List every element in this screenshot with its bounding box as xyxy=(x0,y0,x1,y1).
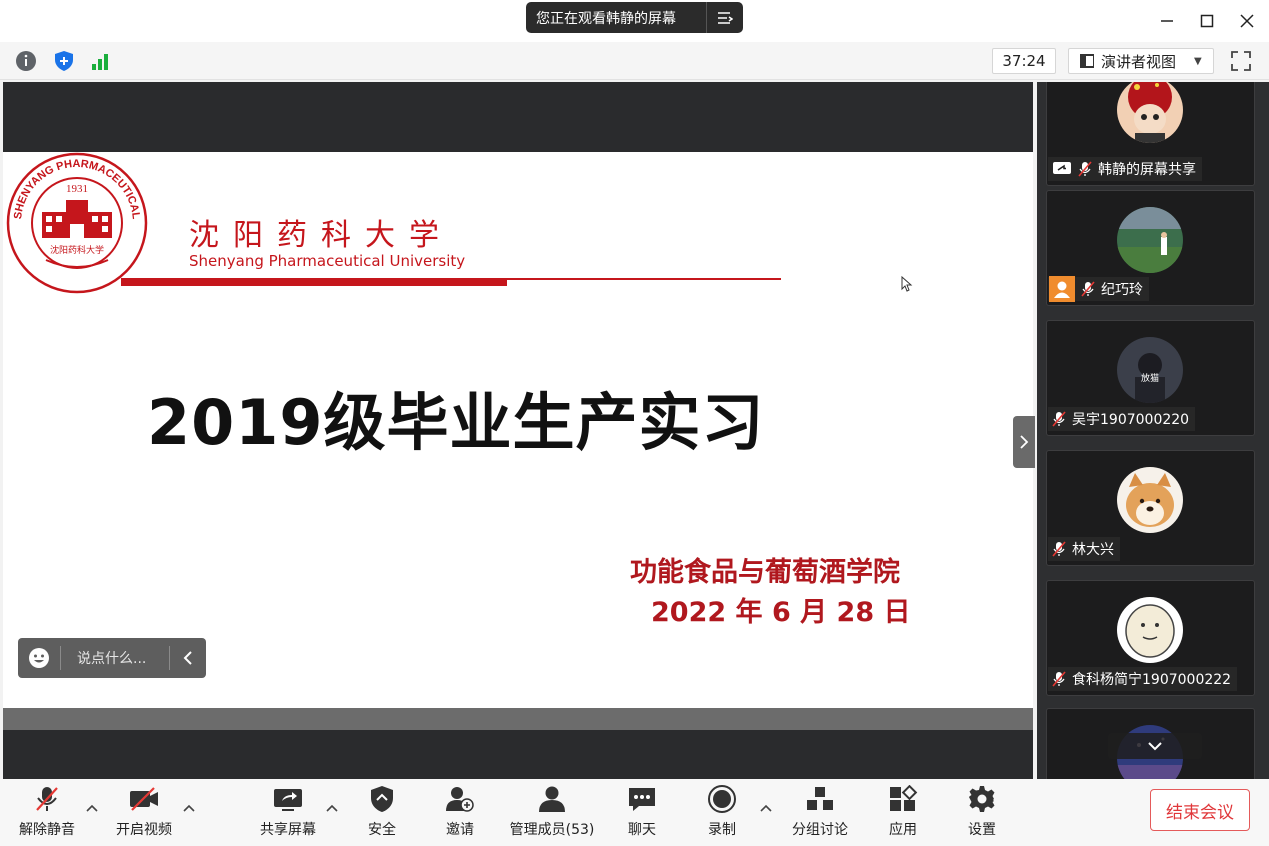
share-menu-icon[interactable] xyxy=(707,11,743,25)
participant-name: 韩静的屏幕共享 xyxy=(1098,162,1196,178)
layout-icon xyxy=(1080,54,1094,68)
share-notice-text: 您正在观看韩静的屏幕 xyxy=(536,10,676,27)
participant-name: 吴宇1907000220 xyxy=(1072,412,1190,428)
add-user-icon xyxy=(444,783,476,815)
participant-name-bar: 食科杨简宁1907000222 xyxy=(1048,667,1238,691)
presentation-slide: SHENYANG PHARMACEUTICAL UNIVERSITY 1931 … xyxy=(3,152,1033,708)
record-icon xyxy=(706,783,738,815)
security-button[interactable]: 安全 xyxy=(360,783,404,841)
chat-input-bar[interactable]: 说点什么... xyxy=(18,638,206,678)
mic-muted-icon xyxy=(1081,281,1095,297)
audio-options-caret[interactable] xyxy=(85,801,99,815)
slide-date: 2022 年 6 月 28 日 xyxy=(651,597,911,628)
participant-name-bar: 吴宇1907000220 xyxy=(1048,407,1196,431)
apps-grid-icon xyxy=(887,783,919,815)
manage-members-button[interactable]: 管理成员(53) xyxy=(506,783,598,841)
shield-icon[interactable] xyxy=(52,49,76,73)
chevron-down-icon xyxy=(1148,742,1162,751)
svg-text:沈阳药科大学: 沈阳药科大学 xyxy=(50,244,104,256)
participant-panel: 韩静的屏幕共享 纪巧玲 放猫 吴宇1907000220 林大兴 食科杨简宁190… xyxy=(1037,82,1269,779)
share-screen-icon xyxy=(272,783,304,815)
divider xyxy=(121,278,507,286)
default-avatar-icon xyxy=(1049,276,1075,302)
fullscreen-icon[interactable] xyxy=(1230,50,1252,72)
unmute-button[interactable]: 解除静音 xyxy=(16,783,78,841)
college-name: 功能食品与葡萄酒学院 xyxy=(630,557,900,588)
share-screen-button[interactable]: 共享屏幕 xyxy=(256,783,320,841)
meeting-controls-bar: 解除静音 开启视频 共享屏幕 安全 邀请 管理成员(53) 聊天 录制 分组讨论… xyxy=(0,779,1269,846)
slide-title: 2019级毕业生产实习 xyxy=(147,386,765,459)
avatar xyxy=(1117,467,1183,533)
start-video-button[interactable]: 开启视频 xyxy=(112,783,176,841)
participant-name: 纪巧玲 xyxy=(1101,282,1143,298)
svg-text:放猫: 放猫 xyxy=(1141,372,1159,384)
mic-muted-icon xyxy=(31,783,63,815)
participant-name-bar: 纪巧玲 xyxy=(1048,276,1149,302)
screen-share-notice[interactable]: 您正在观看韩静的屏幕 xyxy=(526,2,743,33)
meeting-timer: 37:24 xyxy=(992,48,1056,74)
scroll-down-button[interactable] xyxy=(1108,733,1202,759)
chat-input[interactable]: 说点什么... xyxy=(61,648,169,668)
mic-muted-icon xyxy=(1078,161,1092,177)
security-shield-icon xyxy=(366,783,398,815)
school-name-cn: 沈阳药科大学 xyxy=(189,218,453,253)
participant-name-bar: 韩静的屏幕共享 xyxy=(1048,157,1202,181)
mic-muted-icon xyxy=(1052,541,1066,557)
participant-tile[interactable]: 食科杨简宁1907000222 xyxy=(1046,580,1255,696)
signal-strength-icon[interactable] xyxy=(88,49,112,73)
chat-bubble-icon xyxy=(626,783,658,815)
meeting-window: 您正在观看韩静的屏幕 37:24 演讲者视图 ▼ SHENYANG PHARMA… xyxy=(0,0,1269,846)
invite-button[interactable]: 邀请 xyxy=(438,783,482,841)
shared-window-bar xyxy=(3,708,1033,730)
breakout-rooms-button[interactable]: 分组讨论 xyxy=(788,783,852,841)
mouse-cursor-icon xyxy=(901,276,913,292)
participant-tile[interactable]: 韩静的屏幕共享 xyxy=(1046,82,1255,186)
svg-text:1931: 1931 xyxy=(66,183,88,195)
participant-name-bar: 林大兴 xyxy=(1048,537,1120,561)
participant-name: 林大兴 xyxy=(1072,542,1114,558)
view-mode-label: 演讲者视图 xyxy=(1101,52,1177,71)
screen-share-icon xyxy=(1053,162,1071,174)
chevron-left-icon[interactable] xyxy=(170,651,206,665)
share-options-caret[interactable] xyxy=(325,801,339,815)
mic-muted-icon xyxy=(1052,671,1066,687)
apps-button[interactable]: 应用 xyxy=(881,783,925,841)
settings-button[interactable]: 设置 xyxy=(960,783,1004,841)
minimize-icon[interactable] xyxy=(1154,8,1180,34)
view-mode-dropdown[interactable]: 演讲者视图 ▼ xyxy=(1068,48,1214,74)
avatar xyxy=(1117,207,1183,273)
meeting-toolbar: 37:24 演讲者视图 ▼ xyxy=(0,42,1269,80)
mic-muted-icon xyxy=(1052,411,1066,427)
school-name-en: Shenyang Pharmaceutical University xyxy=(189,252,466,270)
avatar: 放猫 xyxy=(1117,337,1183,403)
camera-off-icon xyxy=(128,783,160,815)
info-icon[interactable] xyxy=(14,49,38,73)
title-bar: 您正在观看韩静的屏幕 xyxy=(0,0,1269,42)
emoji-icon[interactable] xyxy=(18,647,60,669)
end-meeting-button[interactable]: 结束会议 xyxy=(1150,789,1250,831)
participant-tile[interactable]: 放猫 吴宇1907000220 xyxy=(1046,320,1255,436)
gear-icon xyxy=(966,783,998,815)
caret-down-icon: ▼ xyxy=(1194,55,1202,67)
chevron-right-icon xyxy=(1020,435,1029,449)
university-logo: SHENYANG PHARMACEUTICAL UNIVERSITY 1931 … xyxy=(6,152,148,294)
record-button[interactable]: 录制 xyxy=(700,783,744,841)
video-options-caret[interactable] xyxy=(182,801,196,815)
members-icon xyxy=(536,783,568,815)
maximize-icon[interactable] xyxy=(1194,8,1220,34)
close-icon[interactable] xyxy=(1234,8,1260,34)
record-options-caret[interactable] xyxy=(759,801,773,815)
participant-name: 食科杨简宁1907000222 xyxy=(1072,672,1232,688)
chat-button[interactable]: 聊天 xyxy=(620,783,664,841)
avatar xyxy=(1117,82,1183,143)
avatar xyxy=(1117,597,1183,663)
breakout-rooms-icon xyxy=(804,783,836,815)
participant-tile[interactable]: 纪巧玲 xyxy=(1046,190,1255,306)
participant-tile[interactable]: 林大兴 xyxy=(1046,450,1255,566)
divider xyxy=(507,278,781,280)
collapse-panel-button[interactable] xyxy=(1013,416,1035,468)
